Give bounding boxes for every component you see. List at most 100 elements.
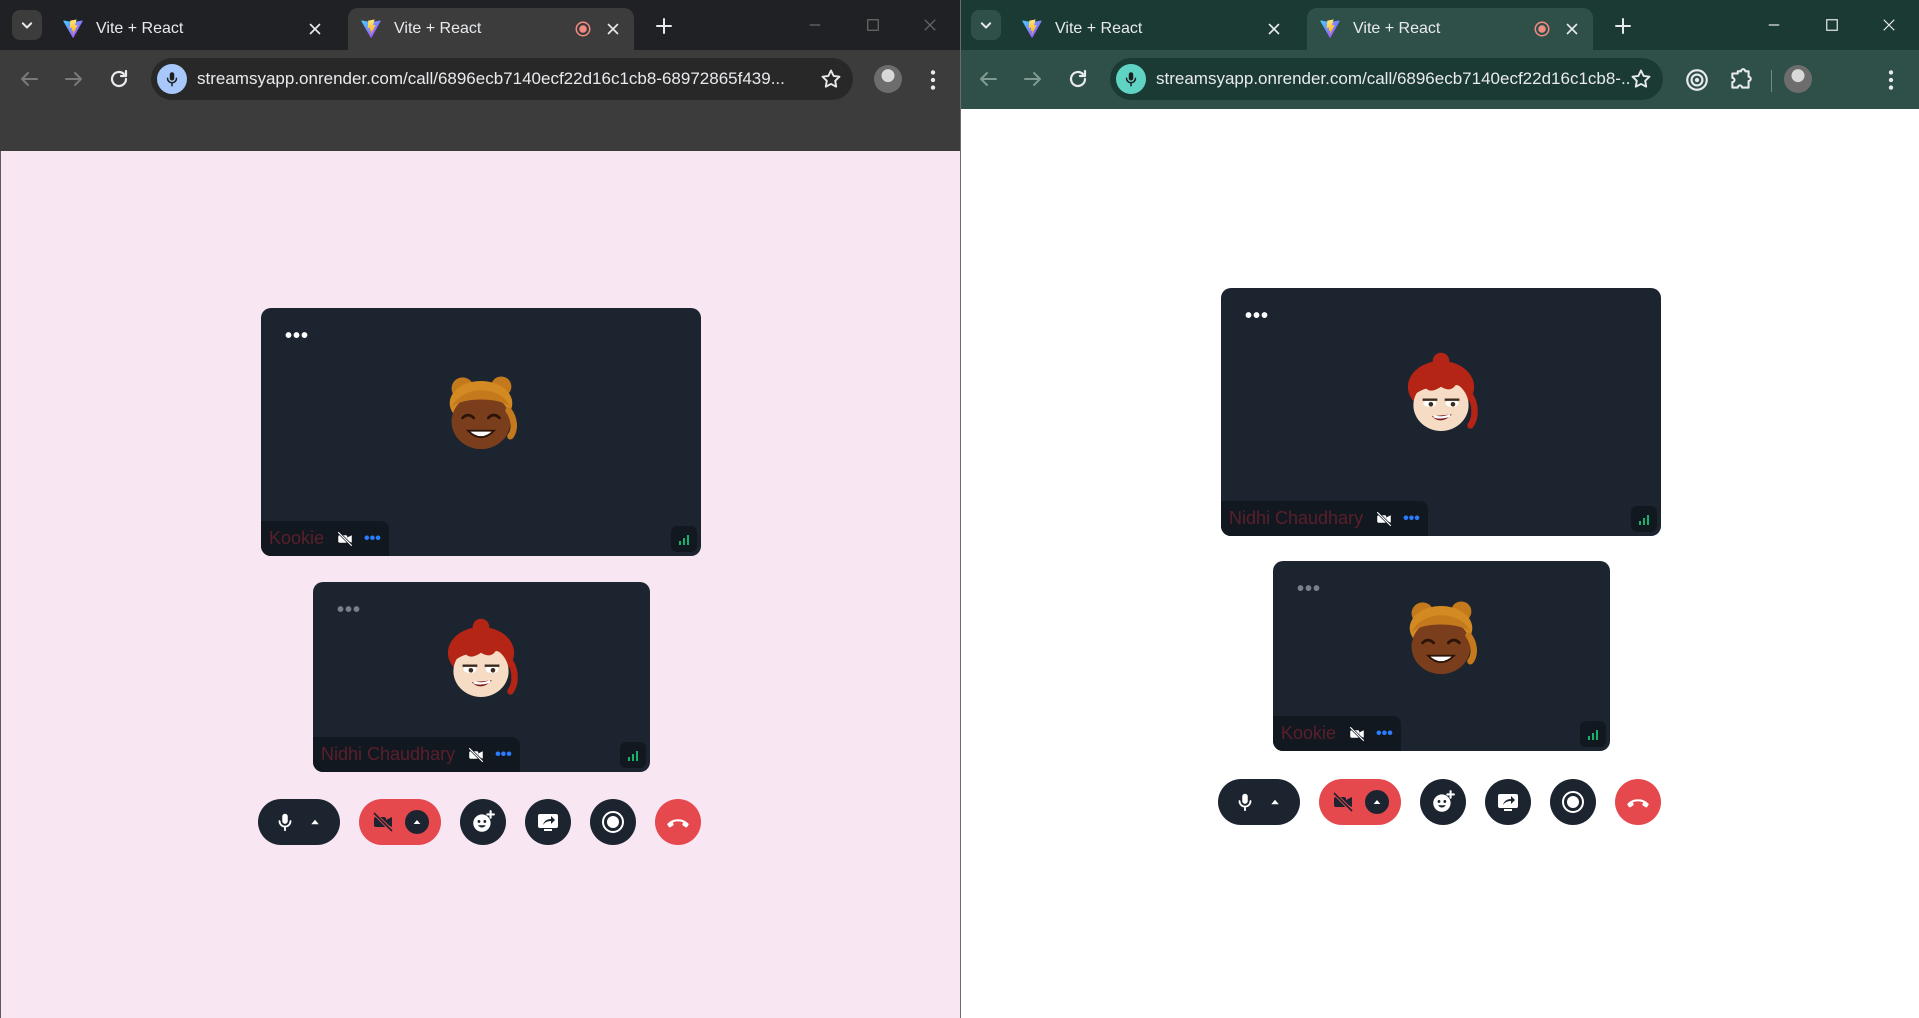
- url-text[interactable]: streamsyapp.onrender.com/call/6896ecb714…: [1156, 69, 1629, 89]
- address-bar[interactable]: streamsyapp.onrender.com/call/6896ecb714…: [151, 58, 853, 100]
- extension-target-icon[interactable]: [1684, 67, 1710, 93]
- tab-search-button[interactable]: [971, 10, 1001, 40]
- tab-search-button[interactable]: [12, 10, 42, 40]
- microphone-button[interactable]: [1218, 779, 1300, 825]
- tab[interactable]: Vite + React: [1009, 8, 1295, 50]
- new-tab-icon[interactable]: [1611, 14, 1635, 38]
- forward-arrow-icon: [1021, 67, 1045, 91]
- record-icon: [1561, 790, 1585, 814]
- tab-active[interactable]: Vite + React: [1307, 8, 1593, 50]
- forward-arrow-icon: [62, 67, 86, 91]
- vite-favicon-icon: [62, 18, 84, 40]
- close-tab-icon[interactable]: [1265, 20, 1283, 38]
- bookmark-star-icon[interactable]: [819, 67, 843, 91]
- emoji-add-icon: [470, 809, 496, 835]
- brown-hair-smiling-avatar: [1395, 595, 1487, 687]
- back-button[interactable]: [975, 66, 1001, 92]
- tab-title: Vite + React: [1055, 20, 1143, 37]
- call-controls: [258, 799, 720, 845]
- tile-menu-icon[interactable]: •••: [337, 600, 361, 620]
- caret-up-icon[interactable]: [1266, 793, 1284, 811]
- back-arrow-icon: [17, 67, 41, 91]
- extensions-puzzle-icon[interactable]: [1728, 67, 1754, 93]
- address-bar[interactable]: streamsyapp.onrender.com/call/6896ecb714…: [1110, 58, 1663, 100]
- camera-off-icon: [1375, 510, 1393, 528]
- participant-name-bar: Kookie •••: [1273, 716, 1401, 751]
- close-window-icon[interactable]: [1880, 16, 1898, 34]
- participant-name-bar: Kookie •••: [261, 521, 389, 556]
- maximize-icon[interactable]: [1823, 16, 1841, 34]
- reload-button[interactable]: [1065, 66, 1091, 92]
- back-button[interactable]: [16, 66, 42, 92]
- profile-avatar[interactable]: [874, 65, 902, 93]
- emoji-add-icon: [1430, 789, 1456, 815]
- camera-options-button[interactable]: [405, 810, 429, 834]
- page-viewport: ••• Kookie ••• ••• Nidhi Chaudhary •••: [0, 151, 960, 1018]
- tab-active[interactable]: Vite + React: [348, 8, 634, 50]
- record-icon: [601, 810, 625, 834]
- reload-icon: [107, 67, 131, 91]
- tab[interactable]: Vite + React: [50, 8, 336, 50]
- more-options-icon[interactable]: •••: [495, 746, 512, 764]
- microphone-icon: [163, 70, 181, 88]
- record-button[interactable]: [590, 799, 636, 845]
- chevron-down-icon: [17, 15, 37, 35]
- mic-in-use-chip[interactable]: [1116, 64, 1146, 94]
- reactions-button[interactable]: [1420, 779, 1466, 825]
- leave-call-button[interactable]: [1615, 779, 1661, 825]
- camera-off-icon: [336, 530, 354, 548]
- leave-call-button[interactable]: [655, 799, 701, 845]
- toolbar-separator: [1771, 70, 1772, 92]
- caret-up-icon: [1369, 794, 1385, 810]
- camera-off-icon: [371, 810, 395, 834]
- minimize-icon[interactable]: [1765, 16, 1783, 34]
- video-tile[interactable]: ••• Kookie •••: [261, 308, 701, 556]
- reload-button[interactable]: [106, 66, 132, 92]
- profile-avatar[interactable]: [1784, 65, 1812, 93]
- maximize-icon[interactable]: [864, 16, 882, 34]
- video-tile[interactable]: ••• Kookie •••: [1273, 561, 1610, 751]
- camera-button[interactable]: [359, 799, 441, 845]
- close-window-icon[interactable]: [921, 16, 939, 34]
- camera-off-icon: [1331, 790, 1355, 814]
- microphone-button[interactable]: [258, 799, 340, 845]
- screen-share-button[interactable]: [525, 799, 571, 845]
- close-tab-icon[interactable]: [1563, 20, 1581, 38]
- caret-up-icon[interactable]: [306, 813, 324, 831]
- reactions-button[interactable]: [460, 799, 506, 845]
- participant-name-bar: Nidhi Chaudhary •••: [1221, 501, 1428, 536]
- close-tab-icon[interactable]: [306, 20, 324, 38]
- participant-name-bar: Nidhi Chaudhary •••: [313, 737, 520, 772]
- close-tab-icon[interactable]: [604, 20, 622, 38]
- connection-quality-icon: [620, 742, 646, 768]
- more-options-icon[interactable]: •••: [1376, 725, 1393, 743]
- video-tile[interactable]: ••• Nidhi Chaudhary •••: [313, 582, 650, 772]
- hang-up-icon: [1625, 789, 1651, 815]
- forward-button[interactable]: [61, 66, 87, 92]
- tab-strip: Vite + React Vite + React: [0, 0, 960, 50]
- url-text[interactable]: streamsyapp.onrender.com/call/6896ecb714…: [197, 69, 819, 89]
- red-hair-smirking-avatar: [1395, 350, 1487, 442]
- browser-menu-icon[interactable]: [1878, 67, 1904, 93]
- tile-menu-icon[interactable]: •••: [1245, 306, 1269, 326]
- tile-menu-icon[interactable]: •••: [1297, 579, 1321, 599]
- forward-button[interactable]: [1020, 66, 1046, 92]
- minimize-icon[interactable]: [806, 16, 824, 34]
- more-options-icon[interactable]: •••: [364, 530, 381, 548]
- video-tile[interactable]: ••• Nidhi Chaudhary •••: [1221, 288, 1661, 536]
- new-tab-icon[interactable]: [652, 14, 676, 38]
- hang-up-icon: [665, 809, 691, 835]
- tab-title: Vite + React: [394, 20, 482, 37]
- screen-share-button[interactable]: [1485, 779, 1531, 825]
- camera-options-button[interactable]: [1365, 790, 1389, 814]
- browser-chrome: Vite + React Vite + React streamsyapp.on…: [961, 0, 1919, 109]
- record-button[interactable]: [1550, 779, 1596, 825]
- connection-quality-icon: [1580, 721, 1606, 747]
- mic-in-use-chip[interactable]: [157, 64, 187, 94]
- camera-button[interactable]: [1319, 779, 1401, 825]
- bookmark-star-icon[interactable]: [1629, 67, 1653, 91]
- browser-menu-icon[interactable]: [920, 67, 946, 93]
- more-options-icon[interactable]: •••: [1403, 510, 1420, 528]
- tile-menu-icon[interactable]: •••: [285, 326, 309, 346]
- participant-name: Kookie: [1281, 723, 1337, 743]
